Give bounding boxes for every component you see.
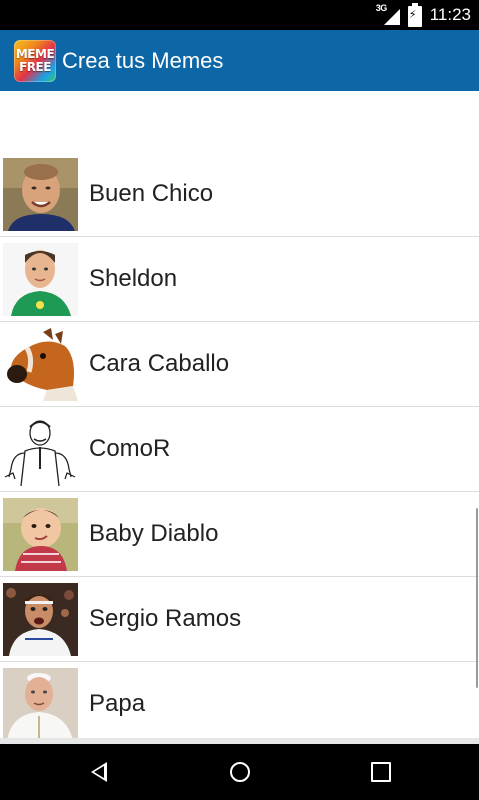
status-clock: 11:23 <box>429 5 471 24</box>
navigation-bar <box>0 744 479 800</box>
app-title: Crea tus Memes <box>62 47 224 73</box>
list-item-label: Sheldon <box>89 265 178 292</box>
home-icon <box>230 762 250 782</box>
list-item-cara-caballo[interactable]: Cara Caballo <box>0 322 479 407</box>
list-item-buen-chico[interactable]: Buen Chico <box>0 152 479 237</box>
list-item-label: Sergio Ramos <box>89 605 242 632</box>
home-button[interactable] <box>200 744 280 800</box>
meme-list[interactable]: Buen Chico Sheldon Cara Caballo ComoR Ba… <box>0 152 479 747</box>
list-item-comor[interactable]: ComoR <box>0 407 479 492</box>
battery-charging-icon <box>407 2 422 27</box>
good-guy-thumbnail <box>3 157 78 231</box>
recent-apps-icon <box>371 762 391 782</box>
comor-drawing-thumbnail <box>3 412 78 486</box>
list-item-sheldon[interactable]: Sheldon <box>0 237 479 322</box>
back-icon <box>91 762 107 782</box>
horse-mask-thumbnail <box>3 327 78 401</box>
pope-thumbnail <box>3 667 78 741</box>
status-bar: 3G 11:23 <box>0 0 479 30</box>
list-item-baby-diablo[interactable]: Baby Diablo <box>0 492 479 577</box>
list-item-label: ComoR <box>89 435 171 462</box>
list-item-sergio-ramos[interactable]: Sergio Ramos <box>0 577 479 662</box>
phone-screen: 3G 11:23 MEME FREE Crea tus Memes <box>0 0 479 800</box>
sheldon-thumbnail <box>3 242 78 316</box>
list-item-label: Papa <box>89 690 146 717</box>
app-bar: MEME FREE Crea tus Memes <box>0 30 479 91</box>
status-icons: 3G 11:23 <box>376 0 471 30</box>
list-item-papa[interactable]: Papa <box>0 662 479 747</box>
back-button[interactable] <box>59 744 139 800</box>
list-item-label: Baby Diablo <box>89 520 219 547</box>
evil-baby-thumbnail <box>3 497 78 571</box>
logo-text-bottom: FREE <box>19 59 51 74</box>
sergio-ramos-thumbnail <box>3 582 78 656</box>
list-item-label: Cara Caballo <box>89 350 230 377</box>
app-logo-icon: MEME FREE <box>14 39 56 82</box>
signal-icon: 3G <box>376 3 400 26</box>
list-scrollbar[interactable] <box>476 508 478 688</box>
signal-bars <box>383 9 400 25</box>
list-item-label: Buen Chico <box>89 180 214 207</box>
logo-text-top: MEME <box>15 46 55 61</box>
recent-apps-button[interactable] <box>341 744 421 800</box>
